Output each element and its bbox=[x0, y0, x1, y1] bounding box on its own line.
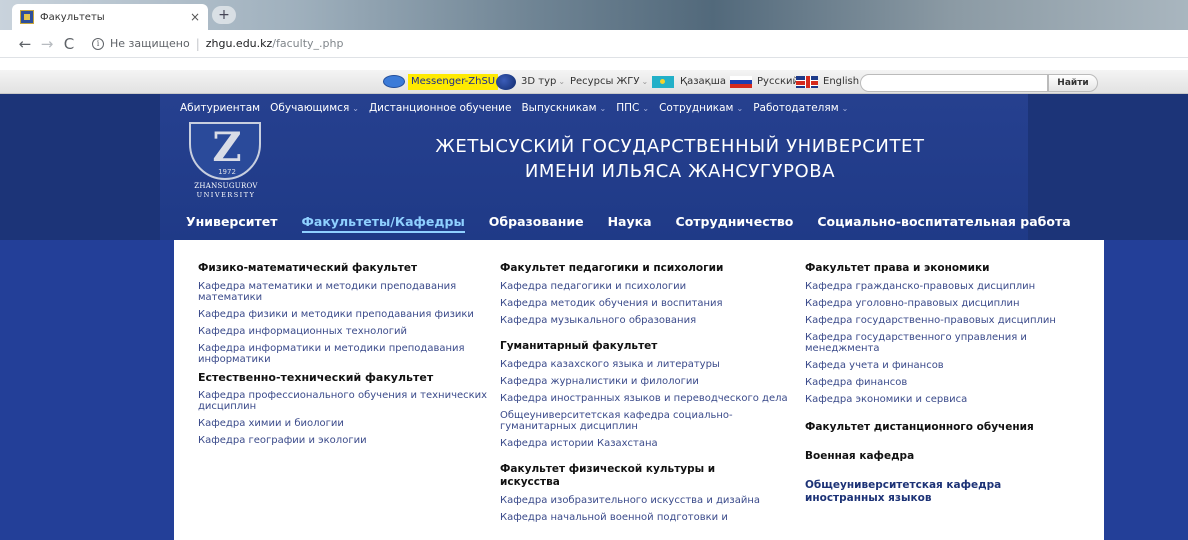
nav-employers[interactable]: Работодателям ⌄ bbox=[753, 102, 848, 114]
back-button[interactable]: ← bbox=[14, 35, 36, 53]
site-header: Абитуриентам Обучающимся ⌄ Дистанционное … bbox=[0, 94, 1188, 240]
logo-shield: Z 1972 bbox=[189, 122, 261, 180]
department-link[interactable]: Кафедра уголовно-правовых дисциплин bbox=[805, 298, 1095, 309]
lang-english-link[interactable]: English bbox=[823, 74, 859, 90]
nav-distance-learning[interactable]: Дистанционное обучение bbox=[369, 102, 512, 114]
nav-applicants[interactable]: Абитуриентам bbox=[180, 102, 260, 114]
url-path[interactable]: /faculty_.php bbox=[272, 37, 343, 50]
department-link[interactable]: Кафедра гражданско-правовых дисциплин bbox=[805, 281, 1095, 292]
search-button[interactable]: Найти bbox=[1048, 74, 1098, 92]
faculty-heading[interactable]: Факультет права и экономики bbox=[805, 262, 1095, 275]
browser-tab[interactable]: Факультеты × bbox=[12, 4, 208, 30]
nav-graduates[interactable]: Выпускникам ⌄ bbox=[521, 102, 606, 114]
resources-link[interactable]: Ресурсы ЖГУ ⌄ bbox=[570, 74, 648, 90]
faculty-heading[interactable]: Общеуниверситетская кафедра иностранных … bbox=[805, 479, 1025, 505]
audience-nav: Абитуриентам Обучающимся ⌄ Дистанционное … bbox=[180, 102, 858, 114]
mainnav-university[interactable]: Университет bbox=[186, 214, 278, 233]
department-link[interactable]: Кафедра финансов bbox=[805, 377, 1095, 388]
tab-close-icon[interactable]: × bbox=[190, 10, 200, 24]
faculty-heading[interactable]: Факультет физической культуры и искусств… bbox=[500, 463, 740, 489]
header-side-shade bbox=[0, 94, 160, 240]
university-logo[interactable]: Z 1972 ZHANSUGUROV UNIVERSITY bbox=[187, 122, 265, 204]
faculty-heading[interactable]: Факультет дистанционного обучения bbox=[805, 421, 1095, 434]
messenger-link[interactable]: Messenger-ZhSU bbox=[408, 74, 499, 90]
department-link[interactable]: Кафедра начальной военной подготовки и bbox=[500, 512, 790, 523]
mainnav-education[interactable]: Образование bbox=[489, 214, 584, 233]
department-link[interactable]: Кафедра профессионального обучения и тех… bbox=[198, 390, 488, 412]
russia-flag-icon[interactable] bbox=[730, 76, 752, 88]
url-separator: | bbox=[195, 36, 200, 51]
logo-text-line2: UNIVERSITY bbox=[196, 191, 256, 199]
uk-flag-icon[interactable] bbox=[796, 76, 818, 88]
department-link[interactable]: Кафедра иностранных языков и переводческ… bbox=[500, 393, 790, 404]
info-icon[interactable]: i bbox=[92, 37, 104, 50]
faculty-heading[interactable]: Факультет педагогики и психологии bbox=[500, 262, 790, 275]
logo-letter: Z bbox=[212, 124, 242, 171]
new-tab-button[interactable]: + bbox=[212, 6, 236, 24]
nav-students[interactable]: Обучающимся ⌄ bbox=[270, 102, 359, 114]
department-link[interactable]: Кафедра государственно-правовых дисципли… bbox=[805, 315, 1095, 326]
department-link[interactable]: Кафедра физики и методики преподавания ф… bbox=[198, 309, 488, 320]
department-link[interactable]: Кафедра экономики и сервиса bbox=[805, 394, 1095, 405]
department-link[interactable]: Кафедра педагогики и психологии bbox=[500, 281, 790, 292]
top-strip: Messenger-ZhSU 3D тур ⌄ Ресурсы ЖГУ ⌄ Қаза… bbox=[0, 70, 1188, 94]
logo-text-line1: ZHANSUGUROV bbox=[194, 182, 258, 190]
favicon-icon bbox=[20, 10, 34, 24]
not-secure-label: Не защищено bbox=[110, 37, 190, 50]
tab-title: Факультеты bbox=[40, 11, 105, 23]
nav-faculty-staff[interactable]: ППС ⌄ bbox=[616, 102, 649, 114]
university-title-line1: ЖЕТЫСУСКИЙ ГОСУДАРСТВЕННЫЙ УНИВЕРСИТЕТ bbox=[435, 136, 925, 157]
tour-3d-icon[interactable] bbox=[496, 74, 516, 90]
faculty-heading[interactable]: Военная кафедра bbox=[805, 450, 1095, 463]
faculty-column-2: Факультет педагогики и психологии Кафедр… bbox=[500, 262, 790, 529]
forward-button[interactable]: → bbox=[36, 35, 58, 53]
tour-3d-link[interactable]: 3D тур ⌄ bbox=[521, 74, 565, 90]
messenger-icon[interactable] bbox=[383, 75, 405, 88]
mainnav-cooperation[interactable]: Сотрудничество bbox=[676, 214, 794, 233]
department-link[interactable]: Общеуниверситетская кафедра социально-гу… bbox=[500, 410, 790, 432]
department-link[interactable]: Кафедра журналистики и филологии bbox=[500, 376, 790, 387]
logo-year: 1972 bbox=[218, 168, 236, 176]
faculties-dropdown-panel: Физико-математический факультет Кафедра … bbox=[174, 240, 1104, 540]
department-link[interactable]: Кафедра информационных технологий bbox=[198, 326, 488, 337]
department-link[interactable]: Кафеда учета и финансов bbox=[805, 360, 1095, 371]
department-link[interactable]: Кафедра музыкального образования bbox=[500, 315, 790, 326]
department-link[interactable]: Кафедра информатики и методики преподава… bbox=[198, 343, 488, 365]
university-title-line2: ИМЕНИ ИЛЬЯСА ЖАНСУГУРОВА bbox=[524, 161, 836, 182]
department-link[interactable]: Кафедра математики и методики преподаван… bbox=[198, 281, 488, 303]
browser-tabstrip: Факультеты × + bbox=[0, 0, 1188, 30]
department-link[interactable]: Кафедра химии и биологии bbox=[198, 418, 488, 429]
faculty-heading[interactable]: Естественно-технический факультет bbox=[198, 371, 488, 384]
lang-russian-link[interactable]: Русский bbox=[757, 74, 799, 90]
mainnav-social-work[interactable]: Социально-воспитательная работа bbox=[817, 214, 1070, 233]
main-nav: Университет Факультеты/Кафедры Образован… bbox=[186, 214, 1095, 233]
department-link[interactable]: Кафедра истории Казахстана bbox=[500, 438, 790, 449]
faculty-column-1: Физико-математический факультет Кафедра … bbox=[198, 262, 488, 452]
department-link[interactable]: Кафедра изобразительного искусства и диз… bbox=[500, 495, 790, 506]
department-link[interactable]: Кафедра методик обучения и воспитания bbox=[500, 298, 790, 309]
university-title: ЖЕТЫСУСКИЙ ГОСУДАРСТВЕННЫЙ УНИВЕРСИТЕТ И… bbox=[380, 134, 980, 184]
mainnav-faculties[interactable]: Факультеты/Кафедры bbox=[301, 214, 465, 233]
reload-button[interactable]: C bbox=[58, 35, 80, 53]
department-link[interactable]: Кафедра географии и экологии bbox=[198, 435, 488, 446]
lang-kazakh-link[interactable]: Қазақша bbox=[680, 74, 726, 90]
address-bar: ← → C i Не защищено | zhgu.edu.kz /facul… bbox=[0, 30, 1188, 58]
department-link[interactable]: Кафедра казахского языка и литературы bbox=[500, 359, 790, 370]
url-host[interactable]: zhgu.edu.kz bbox=[206, 37, 273, 50]
search-input[interactable] bbox=[860, 74, 1048, 92]
kazakhstan-flag-icon[interactable] bbox=[652, 76, 674, 88]
nav-employees[interactable]: Сотрудникам ⌄ bbox=[659, 102, 743, 114]
mainnav-science[interactable]: Наука bbox=[608, 214, 652, 233]
faculty-heading[interactable]: Физико-математический факультет bbox=[198, 262, 488, 275]
spacer bbox=[0, 58, 1188, 70]
faculty-column-3: Факультет права и экономики Кафедра граж… bbox=[805, 262, 1095, 511]
department-link[interactable]: Кафедра государственного управления и ме… bbox=[805, 332, 1095, 354]
faculty-heading[interactable]: Гуманитарный факультет bbox=[500, 340, 790, 353]
